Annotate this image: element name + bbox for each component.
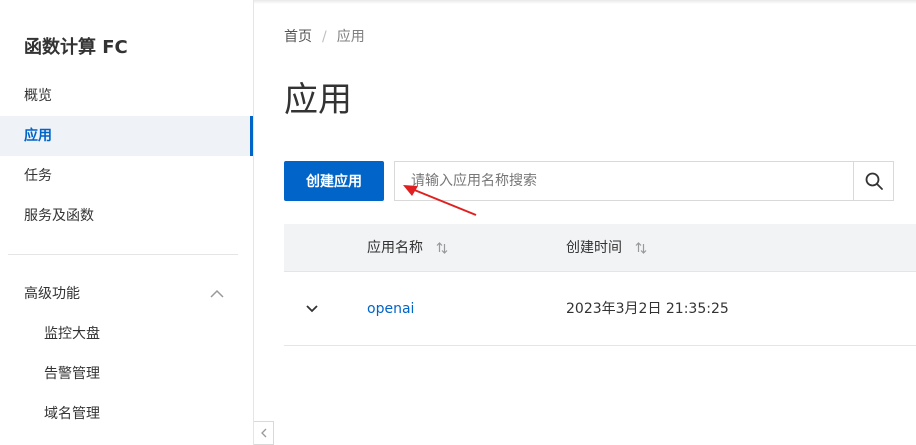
chevron-down-icon[interactable]: [304, 301, 320, 317]
sidebar-item-monitoring-dashboard[interactable]: 监控大盘: [0, 314, 253, 354]
sidebar-item-overview[interactable]: 概览: [0, 76, 253, 116]
sidebar-item-domain-management[interactable]: 域名管理: [0, 394, 253, 434]
column-header-label: 应用名称: [367, 240, 423, 256]
sidebar-divider: [8, 254, 238, 255]
product-title: 函数计算 FC: [24, 37, 128, 58]
sidebar-section-label: 高级功能: [24, 286, 80, 302]
chevron-left-icon: [260, 428, 266, 438]
sort-icon: [437, 242, 448, 254]
sidebar: 函数计算 FC 概览 应用 任务 服务及函数 高级功能 监控大盘 告警管理 域名…: [0, 0, 254, 445]
breadcrumb-home-link[interactable]: 首页: [284, 29, 312, 45]
sidebar-item-applications[interactable]: 应用: [0, 116, 253, 156]
column-header-app-name[interactable]: 应用名称: [367, 224, 449, 272]
breadcrumb-current: 应用: [336, 29, 365, 45]
sidebar-section-advanced[interactable]: 高级功能: [0, 274, 253, 314]
table-row: openai 2023年3月2日 21:35:25: [284, 272, 916, 346]
sidebar-item-alert-management[interactable]: 告警管理: [0, 354, 253, 394]
column-header-label: 创建时间: [566, 240, 622, 256]
annotation-arrow: [403, 185, 477, 216]
breadcrumb-separator: /: [322, 29, 327, 45]
app-name-link[interactable]: openai: [367, 272, 414, 346]
sort-icon: [636, 242, 647, 254]
sidebar-item-tasks[interactable]: 任务: [0, 156, 253, 196]
table-header: 应用名称 创建时间: [284, 224, 916, 272]
sidebar-collapse-button[interactable]: [254, 421, 274, 445]
sidebar-item-services-functions[interactable]: 服务及函数: [0, 196, 253, 236]
search-button[interactable]: [853, 162, 893, 200]
search-icon: [865, 172, 883, 190]
create-application-button[interactable]: 创建应用: [284, 161, 384, 201]
created-time-cell: 2023年3月2日 21:35:25: [566, 301, 729, 317]
page-title: 应用: [284, 80, 352, 120]
chevron-up-icon: [210, 289, 224, 298]
breadcrumb: 首页 / 应用: [284, 26, 365, 46]
app-root: 函数计算 FC 概览 应用 任务 服务及函数 高级功能 监控大盘 告警管理 域名…: [0, 0, 916, 445]
column-header-created-time[interactable]: 创建时间: [566, 224, 648, 272]
